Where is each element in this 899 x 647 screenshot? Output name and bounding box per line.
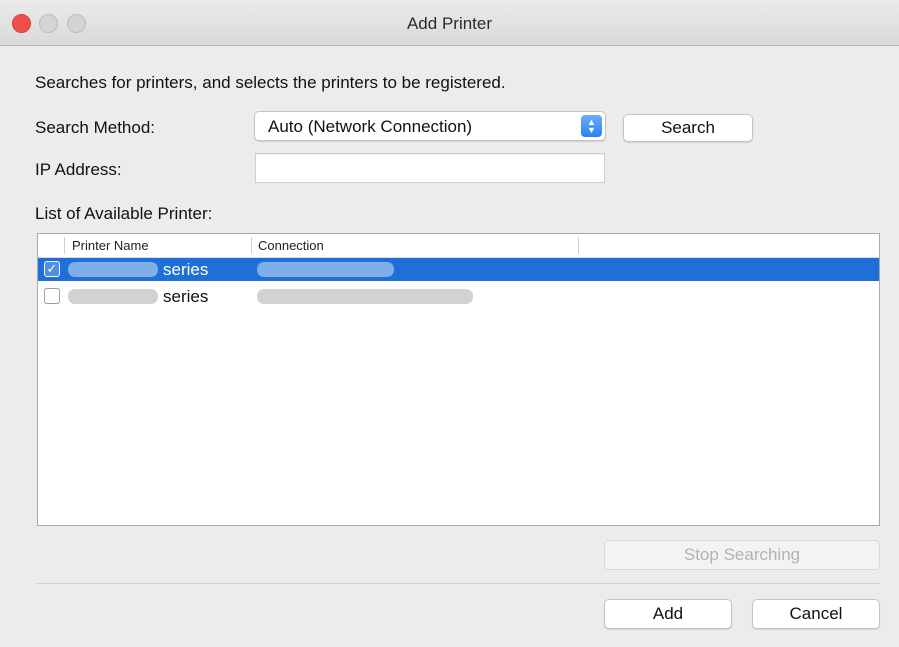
search-method-select[interactable]: Auto (Network Connection) ▲ ▼ (254, 111, 606, 141)
redacted-printer-name (68, 289, 158, 304)
add-button[interactable]: Add (604, 599, 732, 629)
column-header-connection[interactable]: Connection (258, 238, 324, 253)
printer-checkbox[interactable] (44, 288, 60, 304)
printer-checkbox[interactable]: ✓ (44, 261, 60, 277)
chevron-down-icon: ▼ (587, 125, 596, 135)
window-title: Add Printer (406, 14, 493, 33)
stepper-arrows-icon: ▲ ▼ (581, 115, 602, 137)
ip-address-label: IP Address: (35, 160, 122, 179)
stop-searching-button[interactable]: Stop Searching (604, 540, 880, 570)
intro-text: Searches for printers, and selects the p… (35, 73, 506, 92)
search-method-value: Auto (Network Connection) (268, 117, 473, 136)
table-row[interactable]: series (38, 285, 879, 308)
ip-address-input[interactable] (255, 153, 605, 183)
column-separator[interactable] (64, 237, 65, 254)
redacted-connection (257, 262, 394, 277)
column-header-printer-name[interactable]: Printer Name (72, 238, 149, 253)
title-bar: Add Printer (0, 0, 899, 46)
column-separator[interactable] (578, 237, 579, 254)
checkmark-icon: ✓ (46, 261, 58, 276)
printer-table[interactable]: Printer Name Connection ✓ series series (37, 233, 880, 526)
redacted-connection (257, 289, 473, 304)
printer-name-suffix: series (163, 260, 209, 279)
printer-name-suffix: series (163, 287, 209, 306)
table-row[interactable]: ✓ series (38, 258, 879, 281)
redacted-printer-name (68, 262, 158, 277)
table-header: Printer Name Connection (38, 234, 879, 258)
divider (37, 583, 880, 584)
column-separator[interactable] (251, 237, 252, 254)
printer-list-label: List of Available Printer: (35, 204, 213, 223)
search-button[interactable]: Search (623, 114, 753, 142)
search-method-label: Search Method: (35, 118, 156, 137)
cancel-button[interactable]: Cancel (752, 599, 880, 629)
